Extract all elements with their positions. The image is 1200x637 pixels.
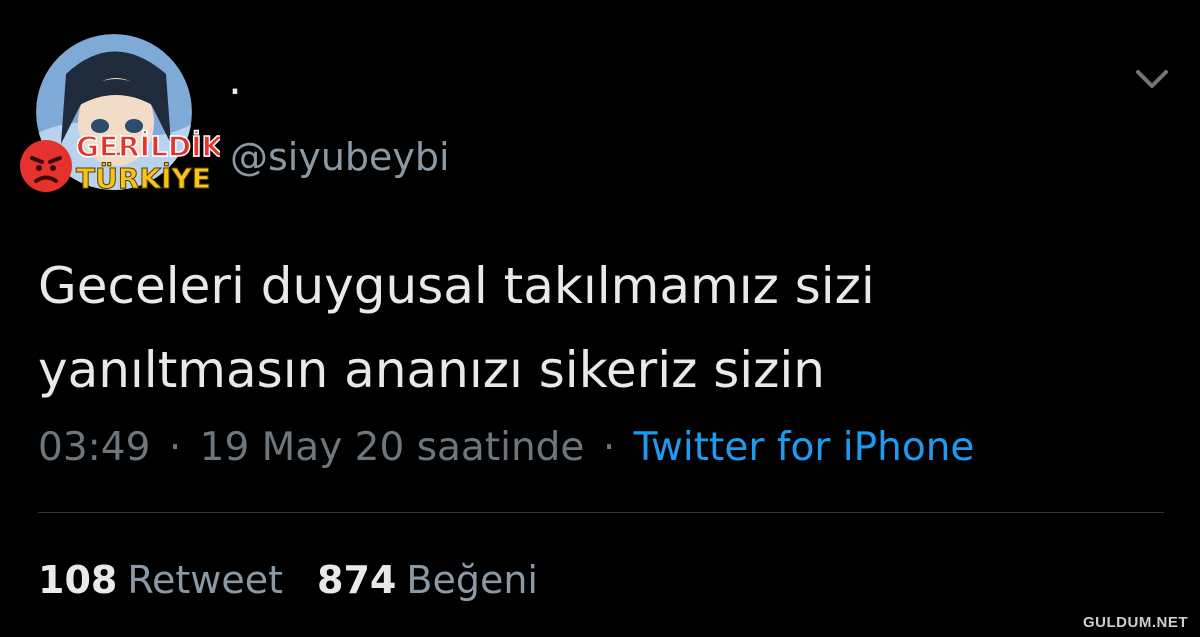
tweet-time[interactable]: 03:49 xyxy=(38,425,150,470)
like-label: Beğeni xyxy=(406,558,538,602)
user-handle[interactable]: @siyubeybi xyxy=(230,138,450,176)
like-count: 874 xyxy=(317,558,397,602)
tweet-stats: 108 Retweet 874 Beğeni xyxy=(38,556,538,604)
retweet-stat[interactable]: 108 Retweet xyxy=(38,558,283,602)
tweet-text-line: yanıltmasın ananızı sikeriz sizin xyxy=(38,341,825,399)
tweet-meta: 03:49 · 19 May 20 saatinde · Twitter for… xyxy=(38,424,974,472)
meta-separator: · xyxy=(168,425,182,470)
logo-line1: GERİLDİK xyxy=(76,129,220,163)
gerildik-turkiye-logo: GERİLDİK TÜRKİYE xyxy=(10,126,225,198)
tweet-text: Geceleri duygusal takılmamız sizi yanılt… xyxy=(38,244,1138,412)
retweet-label: Retweet xyxy=(127,558,284,602)
chevron-down-icon[interactable] xyxy=(1132,64,1172,94)
meta-separator: · xyxy=(602,425,616,470)
logo-line2: TÜRKİYE xyxy=(76,161,211,195)
site-watermark: GULDUM.NET xyxy=(1083,614,1188,631)
tweet-date[interactable]: 19 May 20 saatinde xyxy=(200,425,585,470)
like-stat[interactable]: 874 Beğeni xyxy=(317,558,538,602)
tweet-source-link[interactable]: Twitter for iPhone xyxy=(634,425,975,470)
divider xyxy=(38,512,1164,513)
display-name[interactable]: . xyxy=(228,58,242,102)
tweet-text-line: Geceleri duygusal takılmamız sizi xyxy=(38,257,875,315)
retweet-count: 108 xyxy=(38,558,118,602)
